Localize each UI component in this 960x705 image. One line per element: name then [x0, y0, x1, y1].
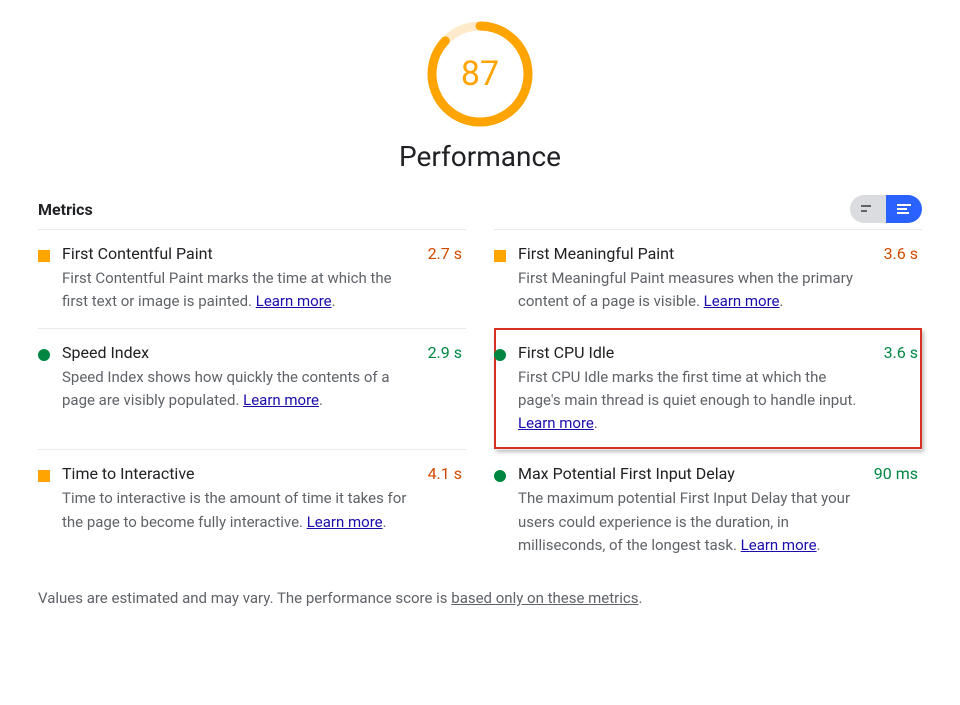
average-marker-icon: [38, 250, 50, 262]
metric-value: 2.7 s: [420, 244, 462, 263]
metric-body: Max Potential First Input Delay The maxim…: [518, 464, 856, 557]
metric-description-text: First CPU Idle marks the first time at w…: [518, 368, 856, 409]
view-toggle: [850, 195, 922, 223]
metric-value: 2.9 s: [420, 343, 462, 362]
metric-value: 3.6 s: [876, 244, 918, 263]
average-marker-icon: [494, 250, 506, 262]
metric-title: Max Potential First Input Delay: [518, 464, 856, 483]
learn-more-link[interactable]: Learn more: [518, 414, 594, 432]
metric-title: Speed Index: [62, 343, 410, 362]
metric-title: First Meaningful Paint: [518, 244, 866, 263]
metrics-heading: Metrics: [38, 200, 93, 219]
pass-marker-icon: [38, 349, 50, 361]
pass-marker-icon: [494, 470, 506, 482]
footnote: Values are estimated and may vary. The p…: [38, 589, 922, 607]
metric-body: Time to Interactive Time to interactive i…: [62, 464, 410, 534]
learn-more-link[interactable]: Learn more: [256, 292, 332, 310]
metric-card: Max Potential First Input Delay The maxim…: [494, 449, 922, 571]
metric-value: 90 ms: [866, 464, 918, 483]
metric-body: First Contentful Paint First Contentful P…: [62, 244, 410, 314]
metric-description: The maximum potential First Input Delay …: [518, 487, 856, 557]
metric-card: First CPU Idle First CPU Idle marks the f…: [494, 328, 922, 450]
metric-card: First Contentful Paint First Contentful P…: [38, 229, 466, 328]
metric-description: First CPU Idle marks the first time at w…: [518, 366, 866, 436]
learn-more-link[interactable]: Learn more: [307, 513, 383, 531]
expand-view-button[interactable]: [886, 195, 922, 223]
metric-description-text: First Meaningful Paint measures when the…: [518, 269, 853, 310]
metric-description: First Contentful Paint marks the time at…: [62, 267, 410, 314]
metric-card: Time to Interactive Time to interactive i…: [38, 449, 466, 571]
category-title: Performance: [38, 140, 922, 173]
metric-value: 3.6 s: [876, 343, 918, 362]
learn-more-link[interactable]: Learn more: [741, 536, 817, 554]
metric-title: First Contentful Paint: [62, 244, 410, 263]
pass-marker-icon: [494, 349, 506, 361]
collapse-icon: [860, 203, 876, 215]
performance-gauge: 87: [424, 18, 536, 130]
footnote-link[interactable]: based only on these metrics: [451, 589, 638, 607]
metric-description: First Meaningful Paint measures when the…: [518, 267, 866, 314]
metric-body: First Meaningful Paint First Meaningful P…: [518, 244, 866, 314]
metric-title: Time to Interactive: [62, 464, 410, 483]
performance-score: 87: [424, 18, 536, 130]
metric-value: 4.1 s: [420, 464, 462, 483]
expand-icon: [896, 203, 912, 215]
metric-card: Speed Index Speed Index shows how quickly…: [38, 328, 466, 450]
average-marker-icon: [38, 470, 50, 482]
metric-card: First Meaningful Paint First Meaningful P…: [494, 229, 922, 328]
metric-title: First CPU Idle: [518, 343, 866, 362]
footnote-text-post: .: [638, 589, 642, 607]
learn-more-link[interactable]: Learn more: [704, 292, 780, 310]
metric-description-text: First Contentful Paint marks the time at…: [62, 269, 392, 310]
footnote-text-pre: Values are estimated and may vary. The p…: [38, 589, 451, 607]
metric-description-text: Speed Index shows how quickly the conten…: [62, 368, 390, 409]
metric-description: Time to interactive is the amount of tim…: [62, 487, 410, 534]
metric-description: Speed Index shows how quickly the conten…: [62, 366, 410, 413]
learn-more-link[interactable]: Learn more: [243, 391, 319, 409]
collapse-view-button[interactable]: [850, 195, 886, 223]
metric-body: Speed Index Speed Index shows how quickly…: [62, 343, 410, 413]
metric-body: First CPU Idle First CPU Idle marks the f…: [518, 343, 866, 436]
